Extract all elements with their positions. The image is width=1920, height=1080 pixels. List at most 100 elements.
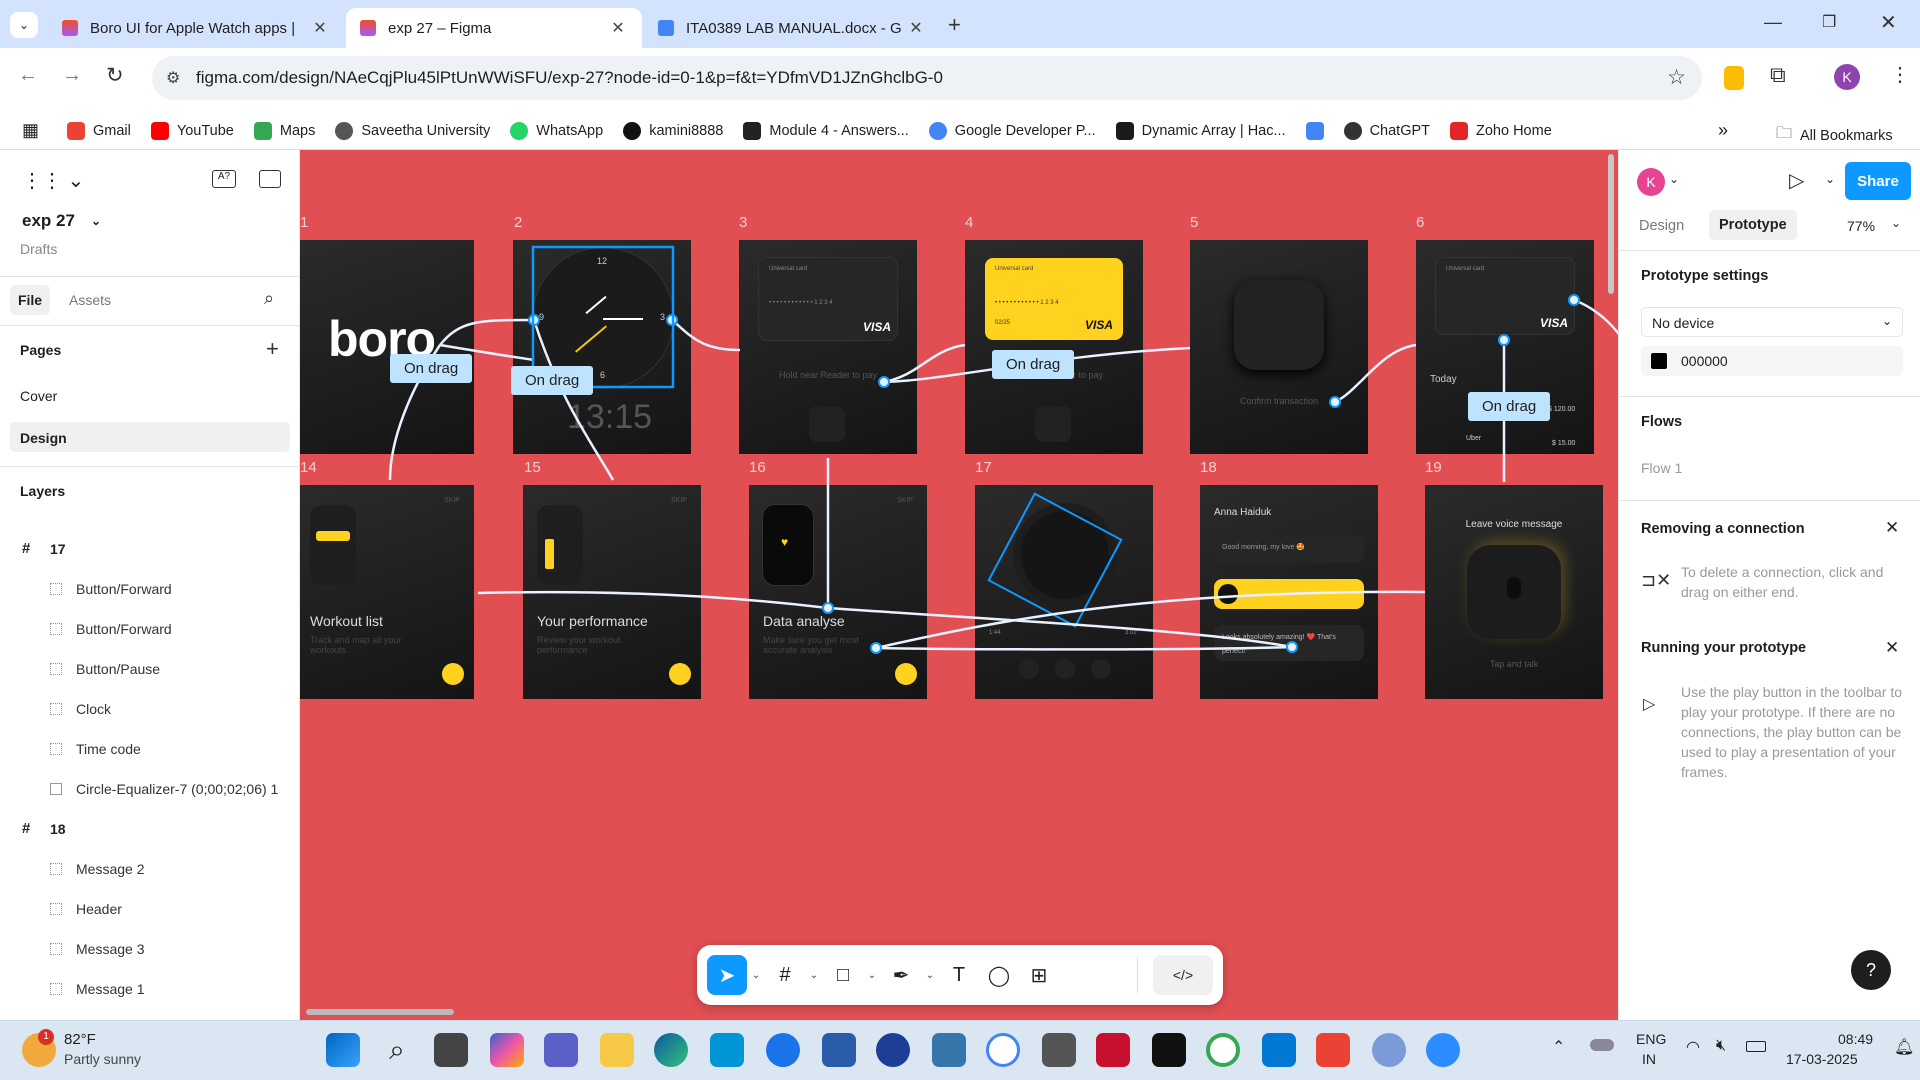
connection-label[interactable]: On drag bbox=[390, 354, 473, 383]
mail-app-icon[interactable] bbox=[876, 1033, 910, 1067]
connection-label[interactable]: On drag bbox=[511, 366, 594, 395]
add-page-icon[interactable]: + bbox=[266, 336, 279, 362]
notepad-icon[interactable] bbox=[822, 1033, 856, 1067]
vertical-scrollbar[interactable] bbox=[1608, 154, 1614, 294]
clock-date[interactable]: 17-03-2025 bbox=[1786, 1051, 1858, 1067]
weather-desc[interactable]: Partly sunny bbox=[64, 1051, 141, 1067]
bookmark-module4[interactable]: Module 4 - Answers... bbox=[743, 121, 909, 140]
zoom-icon[interactable] bbox=[1426, 1033, 1460, 1067]
bookmark-hackerrank[interactable]: Dynamic Array | Hac... bbox=[1115, 121, 1286, 140]
layer-item[interactable]: Header bbox=[50, 901, 122, 917]
chevron-down-icon[interactable]: ⌄ bbox=[863, 970, 881, 981]
connection-label[interactable]: On drag bbox=[1468, 392, 1551, 421]
store-icon[interactable] bbox=[1262, 1033, 1296, 1067]
chrome-icon[interactable] bbox=[1206, 1033, 1240, 1067]
restore-button[interactable]: ❐ bbox=[1822, 12, 1836, 32]
chevron-down-icon[interactable]: ⌄ bbox=[921, 970, 939, 981]
text-tool-button[interactable]: T bbox=[939, 955, 979, 995]
menu-icon[interactable]: ⋮ bbox=[1890, 62, 1910, 87]
layer-item[interactable]: Message 3 bbox=[50, 941, 144, 957]
r-icon[interactable] bbox=[1372, 1033, 1406, 1067]
actions-button[interactable]: ⊞ bbox=[1019, 955, 1059, 995]
tab-prototype[interactable]: Prototype bbox=[1709, 210, 1797, 240]
chevron-up-icon[interactable]: ⌃ bbox=[1552, 1037, 1565, 1057]
chevron-down-icon[interactable]: ⌄ bbox=[1891, 216, 1901, 230]
bookmark-docs[interactable] bbox=[1305, 121, 1324, 140]
apps-grid-icon[interactable]: ▦ bbox=[22, 120, 39, 141]
wifi-icon[interactable]: ◠ bbox=[1686, 1037, 1700, 1057]
task-view-icon[interactable] bbox=[434, 1033, 468, 1067]
layer-frame-17[interactable]: 17 bbox=[50, 541, 66, 557]
battery-icon[interactable] bbox=[1746, 1041, 1766, 1052]
layer-frame-18[interactable]: 18 bbox=[50, 821, 66, 837]
share-button[interactable]: Share bbox=[1845, 162, 1911, 200]
layer-item[interactable]: Button/Pause bbox=[50, 661, 160, 677]
forward-button[interactable]: → bbox=[62, 64, 82, 87]
reload-button[interactable]: ↻ bbox=[106, 63, 124, 88]
extensions-puzzle-icon[interactable]: ⧉ bbox=[1770, 62, 1786, 88]
bookmark-youtube[interactable]: YouTube bbox=[150, 121, 234, 140]
help-button[interactable]: ? bbox=[1851, 950, 1891, 990]
close-icon[interactable]: ✕ bbox=[906, 18, 926, 38]
flow-item[interactable]: Flow 1 bbox=[1641, 460, 1682, 476]
close-icon[interactable]: ✕ bbox=[1885, 638, 1899, 658]
file-explorer-icon[interactable] bbox=[600, 1033, 634, 1067]
bookmark-maps[interactable]: Maps bbox=[253, 121, 315, 140]
chevron-down-icon[interactable]: ⌄ bbox=[1825, 172, 1835, 186]
close-icon[interactable]: ✕ bbox=[608, 18, 628, 38]
tab-file[interactable]: File bbox=[10, 285, 50, 315]
bookmark-github[interactable]: kamini8888 bbox=[623, 121, 723, 140]
chevron-down-icon[interactable]: ⌄ bbox=[1669, 172, 1679, 186]
language-code[interactable]: ENG bbox=[1636, 1031, 1666, 1047]
cloud-icon[interactable] bbox=[1590, 1039, 1614, 1051]
bookmark-google-dev[interactable]: Google Developer P... bbox=[928, 121, 1096, 140]
tab-search-button[interactable]: ⌄ bbox=[10, 12, 38, 38]
chevron-down-icon[interactable]: ⌄ bbox=[747, 970, 765, 981]
play-icon[interactable]: ▷ bbox=[1789, 168, 1804, 193]
speaker-muted-icon[interactable]: 🔇︎ bbox=[1716, 1037, 1726, 1055]
move-tool-button[interactable]: ➤ bbox=[707, 955, 747, 995]
language-region[interactable]: IN bbox=[1642, 1051, 1656, 1067]
more-bookmarks-icon[interactable]: » bbox=[1718, 120, 1728, 141]
background-color-field[interactable]: 000000 bbox=[1641, 346, 1903, 376]
figma-menu-icon[interactable]: ⋮⋮ ⌄ bbox=[22, 168, 84, 193]
new-tab-button[interactable]: + bbox=[948, 12, 961, 38]
ai-icon[interactable]: A? bbox=[212, 170, 236, 188]
profile-avatar[interactable]: K bbox=[1834, 64, 1860, 90]
edge-icon[interactable] bbox=[654, 1033, 688, 1067]
layer-item[interactable]: Message 1 bbox=[50, 981, 144, 997]
user-avatar[interactable]: K bbox=[1637, 168, 1665, 196]
all-bookmarks-button[interactable]: 🗀 All Bookmarks bbox=[1776, 122, 1893, 149]
layer-item[interactable]: Time code bbox=[50, 741, 141, 757]
frame-tool-button[interactable]: # bbox=[765, 955, 805, 995]
page-item-design[interactable]: Design bbox=[10, 422, 290, 452]
help-app-icon[interactable] bbox=[766, 1033, 800, 1067]
comment-tool-button[interactable]: ◯ bbox=[979, 955, 1019, 995]
page-item-cover[interactable]: Cover bbox=[20, 388, 57, 404]
terminal-icon[interactable] bbox=[1152, 1033, 1186, 1067]
layer-item[interactable]: Clock bbox=[50, 701, 111, 717]
mysql-icon[interactable] bbox=[1042, 1033, 1076, 1067]
close-icon[interactable]: ✕ bbox=[310, 18, 330, 38]
bookmark-chatgpt[interactable]: ChatGPT bbox=[1343, 121, 1430, 140]
bookmark-star-icon[interactable]: ☆ bbox=[1667, 65, 1686, 90]
clock-time[interactable]: 08:49 bbox=[1838, 1031, 1873, 1047]
window-close-button[interactable]: ✕ bbox=[1880, 10, 1897, 35]
dev-mode-button[interactable]: </> bbox=[1153, 955, 1213, 995]
pen-tool-button[interactable]: ✒ bbox=[881, 955, 921, 995]
bookmark-gmail[interactable]: Gmail bbox=[67, 121, 131, 140]
chevron-down-icon[interactable]: ⌄ bbox=[805, 970, 823, 981]
gmail-icon[interactable] bbox=[1316, 1033, 1350, 1067]
notifications-icon[interactable]: 🔔︎ bbox=[1894, 1037, 1914, 1057]
back-button[interactable]: ← bbox=[18, 64, 38, 87]
device-select[interactable]: No device ⌄ bbox=[1641, 307, 1903, 337]
site-info-icon[interactable]: ⚙ bbox=[166, 68, 180, 88]
address-bar[interactable]: ⚙ figma.com/design/NAeCqjPlu45lPtUnWWiSF… bbox=[152, 56, 1702, 100]
copilot-icon[interactable] bbox=[490, 1033, 524, 1067]
start-icon[interactable] bbox=[326, 1033, 360, 1067]
layer-item[interactable]: Button/Forward bbox=[50, 621, 172, 637]
layer-item[interactable]: Message 2 bbox=[50, 861, 144, 877]
tab-assets[interactable]: Assets bbox=[69, 292, 111, 308]
search-icon[interactable]: ⌕ bbox=[264, 288, 274, 309]
design-canvas[interactable]: 1 2 3 4 5 6 14 15 16 17 18 19 boro 12 3 … bbox=[300, 150, 1618, 1020]
